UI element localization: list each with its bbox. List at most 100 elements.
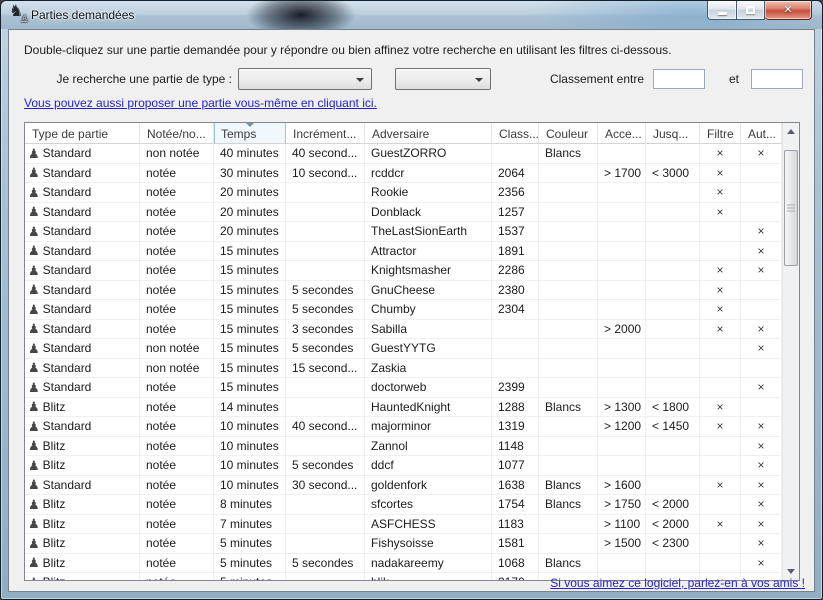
- close-button[interactable]: ✕: [765, 1, 812, 20]
- cell-time: 10 minutes: [214, 456, 286, 476]
- cell-filter: [700, 534, 741, 554]
- table-row[interactable]: ♟Standardnotée15 minutesdoctorweb2399×: [25, 378, 782, 398]
- pawn-small-icon: ♙: [20, 15, 29, 25]
- cell-type: ♟Standard: [25, 203, 140, 223]
- table-row[interactable]: ♟Standardnotée15 minutesAttractor1891×: [25, 242, 782, 262]
- cell-color: [539, 164, 598, 184]
- table-row[interactable]: ♟Standardnotée20 minutesDonblack1257×: [25, 203, 782, 223]
- cell-rating: 1288: [492, 398, 539, 418]
- game-type-select[interactable]: [238, 68, 372, 90]
- cell-increment: 5 secondes: [286, 300, 365, 320]
- cell-rating: 1638: [492, 476, 539, 496]
- table-row[interactable]: ♟Standardnotée15 minutes5 secondesGnuChe…: [25, 281, 782, 301]
- cell-auto: ×: [741, 554, 782, 574]
- table-row[interactable]: ♟Standardnotée30 minutes10 second...rcdd…: [25, 164, 782, 184]
- cell-filter: [700, 339, 741, 359]
- cell-time: 15 minutes: [214, 339, 286, 359]
- cell-type: ♟Standard: [25, 164, 140, 184]
- maximize-button[interactable]: [737, 1, 765, 20]
- table-row[interactable]: ♟Blitznotée8 minutessfcortes1754Blancs> …: [25, 495, 782, 515]
- cell-time: 5 minutes: [214, 554, 286, 574]
- propose-game-link[interactable]: Vous pouvez aussi proposer une partie vo…: [24, 96, 377, 110]
- chess-pieces-icon: ♞ ♙: [9, 6, 27, 23]
- cell-auto: ×: [741, 495, 782, 515]
- triangle-up-icon: [787, 129, 795, 134]
- cell-auto: ×: [741, 144, 782, 164]
- table-row[interactable]: ♟Standardnon notée15 minutes15 second...…: [25, 359, 782, 379]
- game-type-text: Standard: [43, 340, 92, 357]
- cell-color: [539, 222, 598, 242]
- window-controls: ✕: [707, 1, 812, 20]
- pawn-icon: ♟: [28, 478, 40, 492]
- scrollbar-grip-icon: [787, 205, 795, 212]
- cell-rating: 1319: [492, 417, 539, 437]
- table-row[interactable]: ♟Blitznotée5 minutesFishysoisse1581> 150…: [25, 534, 782, 554]
- cell-filter: ×: [700, 476, 741, 496]
- column-header-accept-max[interactable]: Jusq...: [646, 123, 700, 144]
- column-header-increment[interactable]: Incrément...: [286, 123, 365, 144]
- cell-rating: 1754: [492, 495, 539, 515]
- cell-rating: [492, 359, 539, 379]
- cell-accept-max: [646, 281, 700, 301]
- cell-accept-min: [598, 281, 646, 301]
- minimize-button[interactable]: [707, 1, 737, 20]
- table-row[interactable]: ♟Blitznotée7 minutesASFCHESS1183> 1100< …: [25, 515, 782, 535]
- table-row[interactable]: ♟Standardnotée15 minutes3 secondesSabill…: [25, 320, 782, 340]
- cell-increment: 5 secondes: [286, 281, 365, 301]
- column-header-time[interactable]: Temps: [214, 123, 286, 144]
- cell-rating: 2286: [492, 261, 539, 281]
- cell-accept-min: [598, 359, 646, 379]
- cell-accept-max: [646, 554, 700, 574]
- cell-rated: notée: [140, 573, 214, 580]
- column-header-opponent[interactable]: Adversaire: [365, 123, 492, 144]
- table-row[interactable]: ♟Standardnotée10 minutes40 second...majo…: [25, 417, 782, 437]
- column-header-type[interactable]: Type de partie: [25, 123, 140, 144]
- cell-type: ♟Blitz: [25, 534, 140, 554]
- cell-type: ♟Standard: [25, 378, 140, 398]
- cell-accept-max: < 1450: [646, 417, 700, 437]
- table-row[interactable]: ♟Blitznotée10 minutesZannol1148×: [25, 437, 782, 457]
- scrollbar-thumb[interactable]: [784, 150, 798, 266]
- table-row[interactable]: ♟Blitznotée5 minutes5 secondesnadakareem…: [25, 554, 782, 574]
- table-row[interactable]: ♟Blitznotée10 minutes5 secondesddcf1077×: [25, 456, 782, 476]
- cell-time: 15 minutes: [214, 300, 286, 320]
- titlebar[interactable]: ♞ ♙ Parties demandées ✕: [1, 1, 822, 29]
- cell-rated: notée: [140, 456, 214, 476]
- cell-auto: ×: [741, 261, 782, 281]
- rating-max-input[interactable]: [751, 69, 803, 89]
- cell-accept-max: < 2000: [646, 515, 700, 535]
- column-header-rating[interactable]: Class...: [492, 123, 539, 144]
- column-header-filter[interactable]: Filtre: [700, 123, 741, 144]
- table-row[interactable]: ♟Standardnon notée15 minutes5 secondesGu…: [25, 339, 782, 359]
- table-row[interactable]: ♟Standardnon notée40 minutes40 second...…: [25, 144, 782, 164]
- scroll-up-button[interactable]: [783, 123, 799, 140]
- vertical-scrollbar[interactable]: [782, 123, 799, 580]
- column-header-auto[interactable]: Aut...: [741, 123, 782, 144]
- column-header-color[interactable]: Couleur: [539, 123, 598, 144]
- cell-opponent: sfcortes: [365, 495, 492, 515]
- cell-opponent: Knightsmasher: [365, 261, 492, 281]
- cell-filter: [700, 359, 741, 379]
- table-row[interactable]: ♟Standardnotée15 minutesKnightsmasher228…: [25, 261, 782, 281]
- table-row[interactable]: ♟Standardnotée15 minutes5 secondesChumby…: [25, 300, 782, 320]
- cell-accept-min: [598, 242, 646, 262]
- cell-accept-min: [598, 456, 646, 476]
- rating-min-input[interactable]: [653, 69, 705, 89]
- cell-accept-max: [646, 261, 700, 281]
- cell-type: ♟Blitz: [25, 554, 140, 574]
- column-header-rated[interactable]: Notée/no...: [140, 123, 214, 144]
- cell-color: Blancs: [539, 398, 598, 418]
- game-variant-select[interactable]: [395, 68, 491, 90]
- instruction-text: Double-cliquez sur une partie demandée p…: [24, 43, 671, 57]
- table-row[interactable]: ♟Standardnotée20 minutesTheLastSionEarth…: [25, 222, 782, 242]
- cell-time: 20 minutes: [214, 203, 286, 223]
- share-link[interactable]: Si vous aimez ce logiciel, parlez-en à v…: [550, 576, 805, 590]
- cell-time: 8 minutes: [214, 495, 286, 515]
- cell-accept-min: [598, 339, 646, 359]
- column-header-accept-min[interactable]: Acce...: [598, 123, 646, 144]
- table-row[interactable]: ♟Blitznotée14 minutesHauntedKnight1288Bl…: [25, 398, 782, 418]
- cell-type: ♟Standard: [25, 339, 140, 359]
- table-row[interactable]: ♟Standardnotée20 minutesRookie2356×: [25, 183, 782, 203]
- cell-filter: ×: [700, 261, 741, 281]
- table-row[interactable]: ♟Standardnotée10 minutes30 second...gold…: [25, 476, 782, 496]
